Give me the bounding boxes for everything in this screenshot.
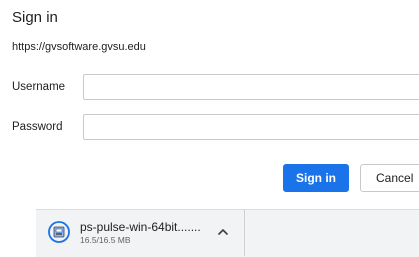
password-label: Password	[12, 121, 63, 133]
cancel-button[interactable]: Cancel	[360, 164, 419, 192]
download-item[interactable]: ps-pulse-win-64bit....... 16.5/16.5 MB	[36, 210, 245, 256]
sign-in-dialog: Sign in https://gvsoftware.gvsu.edu User…	[0, 0, 419, 257]
sign-in-button[interactable]: Sign in	[283, 164, 349, 192]
download-file-name: ps-pulse-win-64bit.......	[80, 220, 201, 234]
origin-url: https://gvsoftware.gvsu.edu	[12, 41, 146, 53]
username-label: Username	[12, 81, 66, 93]
installer-package-icon	[48, 221, 70, 243]
dialog-title: Sign in	[12, 9, 58, 26]
download-file-size: 16.5/16.5 MB	[80, 235, 131, 245]
username-field[interactable]	[83, 74, 419, 100]
download-bar: ps-pulse-win-64bit....... 16.5/16.5 MB	[36, 209, 419, 257]
chevron-up-icon[interactable]	[216, 225, 230, 239]
password-field[interactable]	[83, 114, 419, 140]
